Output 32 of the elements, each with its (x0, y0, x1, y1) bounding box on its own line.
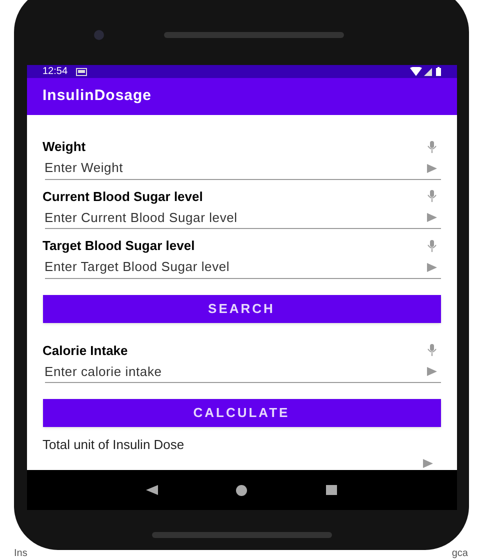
play-arrow-icon[interactable] (426, 367, 436, 376)
signal-icon (424, 68, 432, 76)
input-field[interactable]: Enter Target Blood Sugar level (44, 257, 426, 277)
battery-icon (436, 67, 440, 76)
field-label: Current Blood Sugar level (42, 188, 203, 206)
back-icon (146, 484, 158, 496)
microphone-icon[interactable] (426, 190, 436, 202)
camera-icon (94, 30, 104, 40)
app-title: InsulinDosage (42, 86, 152, 106)
field-label: Target Blood Sugar level (42, 237, 195, 255)
action-button[interactable]: SEARCH (42, 294, 440, 322)
input-field[interactable]: Enter Current Blood Sugar level (44, 208, 426, 228)
microphone-icon[interactable] (426, 140, 436, 153)
microphone-icon[interactable] (426, 240, 436, 252)
field-label: Calorie Intake (42, 342, 128, 360)
recents-icon (326, 485, 338, 495)
play-arrow-icon[interactable] (426, 213, 436, 222)
notification-icon (76, 68, 87, 76)
field-label: Weight (42, 138, 86, 156)
play-arrow-icon[interactable] (426, 262, 436, 272)
action-button[interactable]: CALCULATE (42, 399, 440, 427)
background-text: gca (452, 549, 468, 559)
input-field[interactable]: Enter Weight (44, 158, 426, 178)
microphone-icon[interactable] (426, 344, 436, 356)
wifi-icon (410, 67, 422, 76)
background-text: Ins (14, 549, 28, 559)
input-field[interactable]: Enter calorie intake (44, 362, 426, 382)
play-arrow-icon[interactable] (426, 164, 436, 172)
play-arrow-icon[interactable] (422, 458, 432, 468)
status-time: 12:54 (42, 65, 68, 79)
home-icon (236, 484, 248, 496)
result-label: Total unit of Insulin Dose (42, 436, 186, 454)
